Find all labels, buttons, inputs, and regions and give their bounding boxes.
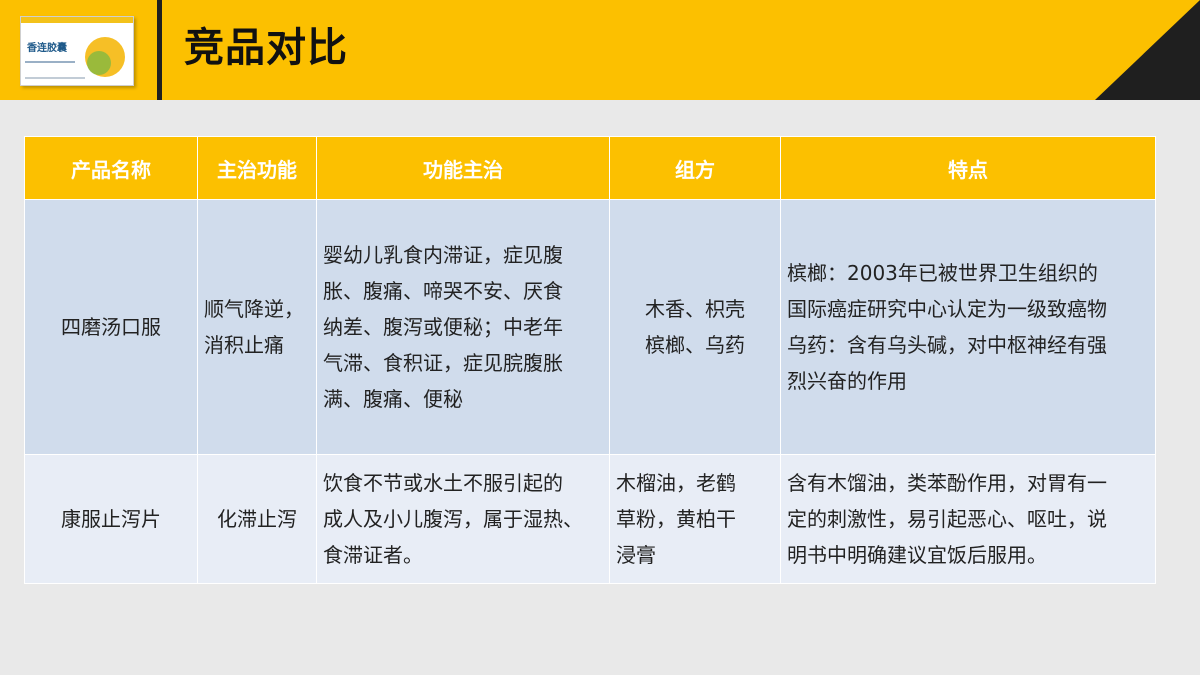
table-row: 四磨汤口服 顺气降逆， 消积止痛 婴幼儿乳食内滞证，症见腹 胀、腹痛、啼哭不安、… — [24, 199, 1156, 455]
logo-text: 香连胶囊 — [27, 43, 67, 54]
cell-indications: 饮食不节或水土不服引起的 成人及小儿腹泻，属于湿热、 食滞证者。 — [316, 454, 610, 584]
header-features: 特点 — [780, 136, 1156, 200]
product-logo: 香连胶囊 — [20, 16, 134, 86]
page-title: 竞品对比 — [184, 25, 348, 71]
cell-product-name: 康服止泻片 — [24, 454, 198, 584]
cell-formula: 木香、枳壳 槟榔、乌药 — [609, 199, 781, 455]
cell-main-function: 顺气降逆， 消积止痛 — [197, 199, 317, 455]
cell-indications: 婴幼儿乳食内滞证，症见腹 胀、腹痛、啼哭不安、厌食 纳差、腹泻或便秘；中老年 气… — [316, 199, 610, 455]
table-row: 康服止泻片 化滞止泻 饮食不节或水土不服引起的 成人及小儿腹泻，属于湿热、 食滞… — [24, 454, 1156, 584]
table-header-row: 产品名称 主治功能 功能主治 组方 特点 — [24, 136, 1156, 200]
cell-formula: 木榴油，老鹤 草粉，黄柏干 浸膏 — [609, 454, 781, 584]
header-formula: 组方 — [609, 136, 781, 200]
cell-features: 槟榔：2003年已被世界卫生组织的 国际癌症研究中心认定为一级致癌物 乌药：含有… — [780, 199, 1156, 455]
header-product-name: 产品名称 — [24, 136, 198, 200]
comparison-table: 产品名称 主治功能 功能主治 组方 特点 四磨汤口服 顺气降逆， 消积止痛 婴幼… — [24, 136, 1156, 584]
header-main-function: 主治功能 — [197, 136, 317, 200]
header-corner-decoration — [157, 0, 1200, 100]
header-indications: 功能主治 — [316, 136, 610, 200]
cell-main-function: 化滞止泻 — [197, 454, 317, 584]
cell-product-name: 四磨汤口服 — [24, 199, 198, 455]
cell-features: 含有木馏油，类苯酚作用，对胃有一 定的刺激性，易引起恶心、呕吐，说 明书中明确建… — [780, 454, 1156, 584]
